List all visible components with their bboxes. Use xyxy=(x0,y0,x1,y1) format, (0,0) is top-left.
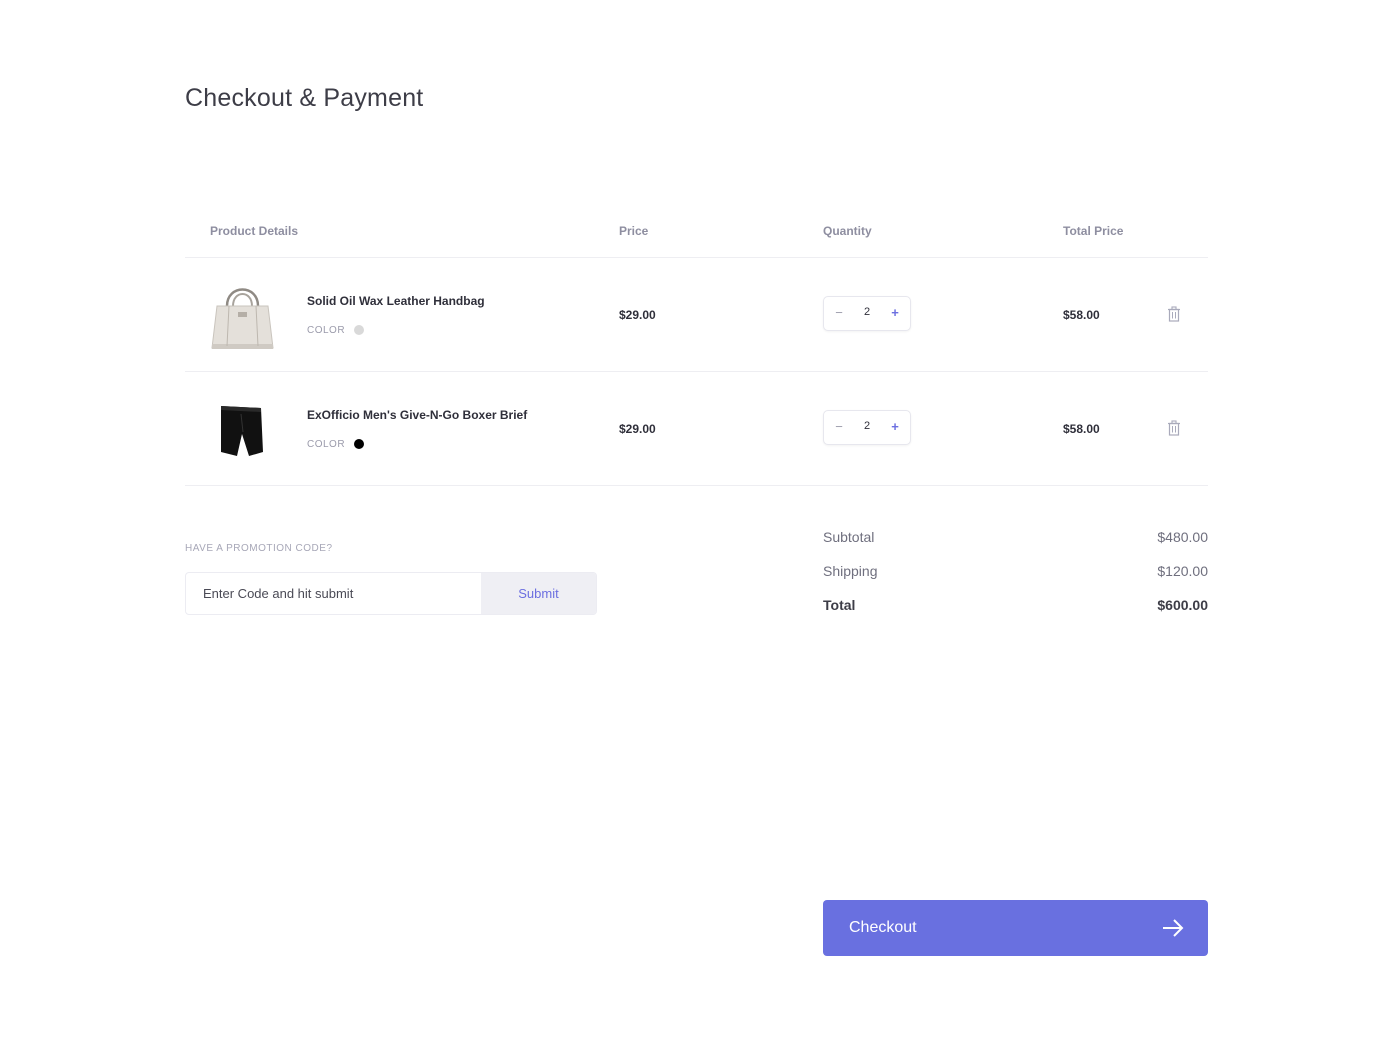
handbag-image xyxy=(211,288,274,349)
column-header-price: Price xyxy=(619,224,649,238)
line-total-price: $58.00 xyxy=(1063,422,1100,436)
page-title: Checkout & Payment xyxy=(185,84,424,112)
checkout-button[interactable]: Checkout xyxy=(823,900,1208,956)
quantity-stepper: − 2 + xyxy=(823,296,911,331)
promo-code-input[interactable] xyxy=(186,573,481,614)
cart-table: Product Details Price Quantity Total Pri… xyxy=(185,212,1208,486)
quantity-decrease-button[interactable]: − xyxy=(830,418,848,436)
summary-total: Total $600.00 xyxy=(823,597,1208,617)
color-swatch xyxy=(354,439,364,449)
product-name[interactable]: Solid Oil Wax Leather Handbag xyxy=(307,294,485,308)
total-value: $600.00 xyxy=(1157,597,1208,613)
subtotal-label: Subtotal xyxy=(823,529,875,545)
color-label: COLOR xyxy=(307,325,346,336)
trash-icon[interactable] xyxy=(1167,306,1181,322)
checkout-label: Checkout xyxy=(849,919,917,936)
line-total-price: $58.00 xyxy=(1063,308,1100,322)
product-name[interactable]: ExOfficio Men's Give-N-Go Boxer Brief xyxy=(307,408,527,422)
quantity-increase-button[interactable]: + xyxy=(886,418,904,436)
quantity-value[interactable]: 2 xyxy=(857,306,877,318)
column-header-total: Total Price xyxy=(1063,224,1124,238)
quantity-stepper: − 2 + xyxy=(823,410,911,445)
cart-row: Solid Oil Wax Leather Handbag COLOR $29.… xyxy=(185,258,1208,372)
color-swatch xyxy=(354,325,364,335)
arrow-right-icon xyxy=(1163,919,1184,937)
promo-submit-button[interactable]: Submit xyxy=(481,573,596,614)
promo-code-form: Submit xyxy=(185,572,597,615)
cart-header: Product Details Price Quantity Total Pri… xyxy=(185,212,1208,258)
color-label: COLOR xyxy=(307,439,346,450)
column-header-quantity: Quantity xyxy=(823,224,872,238)
quantity-increase-button[interactable]: + xyxy=(886,304,904,322)
shipping-label: Shipping xyxy=(823,563,878,579)
trash-icon[interactable] xyxy=(1167,420,1181,436)
unit-price: $29.00 xyxy=(619,308,656,322)
quantity-decrease-button[interactable]: − xyxy=(830,304,848,322)
total-label: Total xyxy=(823,597,856,613)
boxer-brief-image xyxy=(221,406,263,456)
subtotal-value: $480.00 xyxy=(1157,529,1208,545)
summary-subtotal: Subtotal $480.00 xyxy=(823,529,1208,549)
quantity-value[interactable]: 2 xyxy=(857,420,877,432)
shipping-value: $120.00 xyxy=(1157,563,1208,579)
unit-price: $29.00 xyxy=(619,422,656,436)
summary-shipping: Shipping $120.00 xyxy=(823,563,1208,583)
column-header-product: Product Details xyxy=(210,224,299,238)
promo-code-label: HAVE A PROMOTION CODE? xyxy=(185,543,333,554)
cart-row: ExOfficio Men's Give-N-Go Boxer Brief CO… xyxy=(185,372,1208,486)
